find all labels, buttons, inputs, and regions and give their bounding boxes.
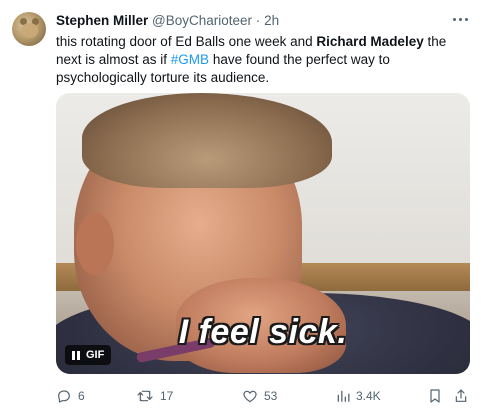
reply-button[interactable]: 6 — [56, 386, 85, 406]
gif-media[interactable]: I feel sick. GIF — [56, 93, 470, 374]
gif-label: GIF — [86, 349, 105, 361]
retweet-count: 17 — [160, 389, 174, 403]
views-button[interactable]: 3.4K — [336, 386, 381, 406]
tweet-timestamp[interactable]: 2h — [264, 13, 279, 28]
views-chart-icon — [336, 389, 350, 403]
like-count: 53 — [264, 389, 278, 403]
gif-caption: I feel sick. — [178, 313, 348, 351]
hashtag-link[interactable]: #GMB — [171, 52, 209, 67]
header-separator: · — [255, 13, 261, 28]
tweet-text-part: this rotating door of Ed Balls one week … — [56, 34, 317, 49]
more-options-icon[interactable] — [451, 11, 469, 27]
author-name[interactable]: Stephen Miller — [56, 13, 148, 28]
bookmark-icon — [428, 388, 442, 404]
gif-pause-button[interactable]: GIF — [65, 345, 112, 365]
retweet-icon — [136, 388, 154, 404]
views-count: 3.4K — [356, 389, 381, 403]
action-bar: 6 17 53 3.4K — [56, 386, 470, 406]
reply-icon — [56, 388, 72, 404]
share-icon — [454, 388, 468, 404]
like-button[interactable]: 53 — [242, 386, 277, 406]
tweet-text-mention: Richard Madeley — [316, 34, 424, 49]
tweet-card[interactable]: Stephen Miller @BoyCharioteer · 2h this … — [0, 0, 481, 414]
tweet-header: Stephen Miller @BoyCharioteer · 2h — [56, 13, 279, 29]
reply-count: 6 — [78, 389, 85, 403]
tweet-text: this rotating door of Ed Balls one week … — [56, 33, 468, 87]
avatar[interactable] — [12, 12, 46, 46]
author-handle[interactable]: @BoyCharioteer — [152, 13, 252, 28]
heart-icon — [242, 388, 258, 404]
gif-person-hair — [82, 93, 332, 188]
bookmark-button[interactable] — [428, 386, 442, 406]
share-button[interactable] — [454, 386, 468, 406]
retweet-button[interactable]: 17 — [136, 386, 173, 406]
pause-icon — [72, 350, 80, 360]
gif-person-ear — [76, 213, 114, 275]
